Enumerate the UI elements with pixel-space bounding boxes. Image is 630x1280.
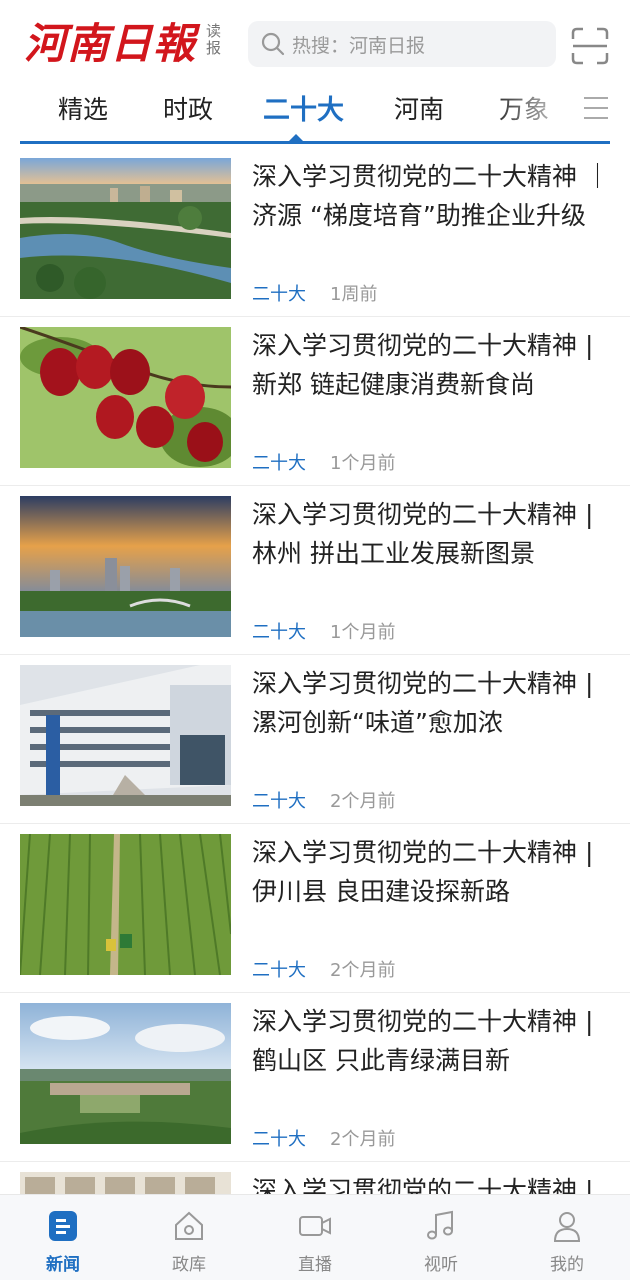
article-meta: 二十大 1个月前 (252, 618, 396, 643)
tab-underline (20, 141, 610, 144)
music-note-icon (424, 1209, 458, 1243)
article-thumbnail (20, 834, 231, 975)
news-icon (46, 1209, 80, 1243)
nav-label: 新闻 (46, 1255, 80, 1275)
article-title: 深入学习贯彻党的二十大精神 | 伊川县 良田建设探新路 (252, 838, 594, 906)
nav-news[interactable]: 新闻 (0, 1195, 126, 1280)
article-meta: 二十大 1周前 (252, 280, 378, 305)
article-time: 1个月前 (330, 453, 396, 474)
article-item[interactable]: 深入学习贯彻党的二十大精神 | 伊川县 良田建设探新路 二十大 2个月前 (0, 824, 630, 993)
article-title: 深入学习贯彻党的二十大精神 ｜济源 “梯度培育”助推企业升级 (252, 162, 610, 230)
article-item[interactable]: 深入学习贯彻党的二十大精神 | 鹤山区 只此青绿满目新 二十大 2个月前 (0, 993, 630, 1162)
article-time: 2个月前 (330, 1129, 396, 1150)
article-time: 1周前 (330, 284, 378, 305)
nav-label: 视听 (424, 1255, 458, 1275)
article-meta: 二十大 2个月前 (252, 1125, 396, 1150)
article-title: 深入学习贯彻党的二十大精神 | 漯河创新“味道”愈加浓 (252, 669, 594, 737)
article-tag[interactable]: 二十大 (252, 618, 306, 643)
tab-jingxuan[interactable]: 精选 (58, 90, 108, 126)
tab-henan[interactable]: 河南 (394, 90, 444, 126)
search-icon (260, 31, 286, 57)
article-meta: 二十大 1个月前 (252, 449, 396, 474)
bottom-nav: 新闻 政库 直播 视听 我的 (0, 1194, 630, 1280)
article-meta: 二十大 2个月前 (252, 787, 396, 812)
logo-sub-char-1: 读 (206, 22, 222, 40)
article-thumbnail (20, 665, 231, 806)
article-tag[interactable]: 二十大 (252, 449, 306, 474)
article-list: 深入学习贯彻党的二十大精神 ｜济源 “梯度培育”助推企业升级 二十大 1周前 深… (0, 148, 630, 1194)
nav-mine[interactable]: 我的 (504, 1195, 630, 1280)
app-logo[interactable]: 河南日報 读 报 (24, 10, 221, 70)
article-title: 深入学习贯彻党的二十大精神 | 林州 拼出工业发展新图景 (252, 500, 594, 568)
channel-tabs: 精选 时政 二十大 河南 万象 (0, 86, 630, 148)
tab-wanxiang[interactable]: 万象 (499, 90, 549, 126)
logo-sub-char-2: 报 (206, 39, 222, 57)
nav-label: 我的 (550, 1255, 584, 1275)
nav-live[interactable]: 直播 (252, 1195, 378, 1280)
article-thumbnail (20, 496, 231, 637)
logo-subtitle: 读 报 (206, 23, 221, 57)
app-header: 河南日報 读 报 热搜：河南日报 (0, 0, 630, 86)
article-tag[interactable]: 二十大 (252, 1125, 306, 1150)
article-time: 2个月前 (330, 960, 396, 981)
nav-label: 直播 (298, 1255, 332, 1275)
home-icon (172, 1209, 206, 1243)
article-item[interactable]: 深入学习贯彻党的二十大精神 | 新郑 链起健康消费新食尚 二十大 1个月前 (0, 317, 630, 486)
article-item[interactable]: 深入学习贯彻党的二十大精神 | 林州 拼出工业发展新图景 二十大 1个月前 (0, 486, 630, 655)
video-camera-icon (298, 1209, 332, 1243)
nav-zhengku[interactable]: 政库 (126, 1195, 252, 1280)
nav-label: 政库 (172, 1255, 206, 1275)
scan-icon[interactable] (570, 26, 610, 66)
article-thumbnail (20, 158, 231, 299)
search-placeholder: 热搜：河南日报 (292, 34, 426, 57)
menu-icon[interactable] (582, 94, 610, 122)
article-thumbnail (20, 327, 231, 468)
logo-title: 河南日報 (24, 18, 197, 68)
article-tag[interactable]: 二十大 (252, 956, 306, 981)
active-tab-indicator (288, 134, 304, 142)
nav-audio[interactable]: 视听 (378, 1195, 504, 1280)
article-item[interactable]: 深入学习贯彻党的二十大精神 | (0, 1162, 630, 1194)
user-icon (550, 1209, 584, 1243)
article-title: 深入学习贯彻党的二十大精神 | (252, 1176, 594, 1194)
article-title: 深入学习贯彻党的二十大精神 | 新郑 链起健康消费新食尚 (252, 331, 594, 399)
article-thumbnail (20, 1172, 231, 1194)
article-item[interactable]: 深入学习贯彻党的二十大精神 | 漯河创新“味道”愈加浓 二十大 2个月前 (0, 655, 630, 824)
article-tag[interactable]: 二十大 (252, 280, 306, 305)
search-bar[interactable]: 热搜：河南日报 (248, 21, 556, 67)
article-item[interactable]: 深入学习贯彻党的二十大精神 ｜济源 “梯度培育”助推企业升级 二十大 1周前 (0, 148, 630, 317)
article-time: 1个月前 (330, 622, 396, 643)
article-time: 2个月前 (330, 791, 396, 812)
tab-ershida[interactable]: 二十大 (263, 88, 344, 127)
article-title: 深入学习贯彻党的二十大精神 | 鹤山区 只此青绿满目新 (252, 1007, 594, 1075)
article-tag[interactable]: 二十大 (252, 787, 306, 812)
tab-shizheng[interactable]: 时政 (163, 90, 213, 126)
article-thumbnail (20, 1003, 231, 1144)
article-meta: 二十大 2个月前 (252, 956, 396, 981)
